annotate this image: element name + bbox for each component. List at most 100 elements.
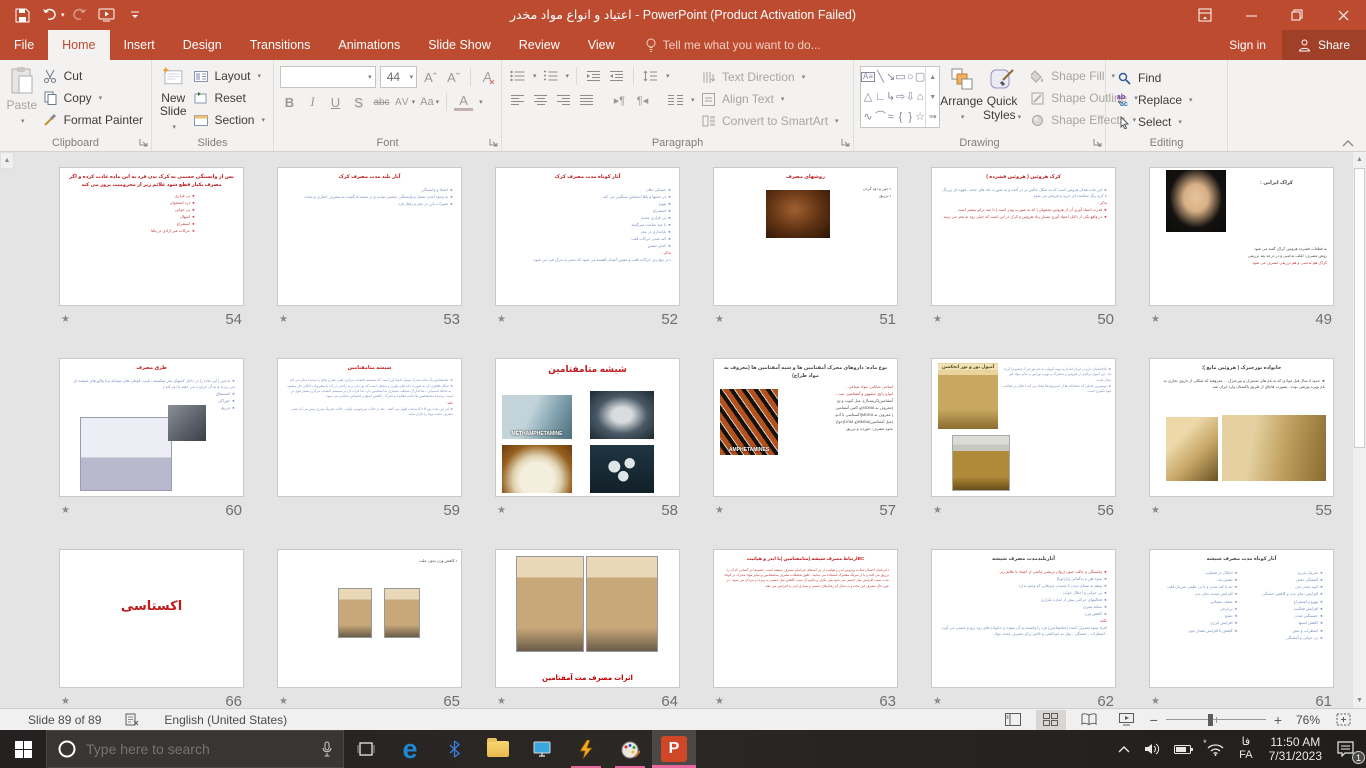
tab-animations[interactable]: Animations	[324, 30, 414, 60]
reading-view-button[interactable]	[1074, 710, 1104, 730]
new-slide-button[interactable]: New Slide▾	[158, 63, 188, 133]
slide-thumbnail-51[interactable]: روشهاي مصرف• حین و دود کردن• تزریق	[713, 167, 898, 306]
replace-button[interactable]: abacReplace▾	[1112, 89, 1223, 111]
tab-slide-show[interactable]: Slide Show	[414, 30, 505, 60]
slide-thumbnail-56[interactable]: ◄ قاچاقچیان دارو در ایران اقدام به تهیه …	[931, 358, 1116, 497]
powerpoint-taskbar-icon[interactable]: P	[652, 730, 696, 768]
shape-line[interactable]: ╲	[877, 72, 884, 83]
align-left-button[interactable]	[508, 90, 527, 110]
volume-icon[interactable]	[1137, 730, 1167, 768]
slide-thumbnail-60[interactable]: طرق مصرف◄ تدخین ( این ماده را در داخل لا…	[59, 358, 244, 497]
sign-in-link[interactable]: Sign in	[1213, 30, 1282, 60]
display-settings-icon[interactable]	[520, 730, 564, 768]
copy-button[interactable]: Copy▾	[38, 87, 147, 109]
reset-button[interactable]: Reset	[188, 87, 269, 109]
tab-review[interactable]: Review	[505, 30, 574, 60]
quick-styles-button[interactable]: Quick Styles▾	[983, 63, 1021, 133]
vertical-scrollbar[interactable]: ▲ ▼	[1352, 152, 1366, 708]
justify-button[interactable]	[577, 90, 596, 110]
cut-button[interactable]: Cut	[38, 65, 147, 87]
share-button[interactable]: Share	[1282, 30, 1366, 60]
edge-icon[interactable]: e	[388, 730, 432, 768]
slide-show-button[interactable]	[1112, 710, 1142, 730]
slide-thumbnail-52[interactable]: آثار کوتاه مدت مصرف کرک◄ خشکی دهان◄ در د…	[495, 167, 680, 306]
paste-button[interactable]: Paste▾	[6, 63, 38, 133]
paint-icon[interactable]	[608, 730, 652, 768]
grow-font-button[interactable]: Aˆ	[421, 67, 440, 87]
decrease-indent-button[interactable]	[584, 66, 603, 86]
hidden-icons-chevron[interactable]	[1111, 730, 1137, 768]
shape-rectangle[interactable]: ▭	[895, 72, 905, 83]
underline-button[interactable]: U	[326, 92, 345, 112]
bluetooth-icon[interactable]	[432, 730, 476, 768]
slide-thumbnail-66[interactable]: اکستاسی	[59, 549, 244, 688]
start-button[interactable]	[0, 730, 46, 768]
slide-thumbnail-54[interactable]: پس از وابستگی جسمی به کرک بدن فرد به این…	[59, 167, 244, 306]
task-view-button[interactable]	[344, 730, 388, 768]
slide-thumbnail-55[interactable]: خانواده نورجیزک ( هروئین مایع ):◄ حدود 4…	[1149, 358, 1334, 497]
shape-elbow-connector[interactable]: ∟	[875, 92, 886, 103]
shape-star[interactable]: ☆	[915, 112, 925, 123]
align-text-button[interactable]: Align Text▾	[696, 88, 843, 110]
character-spacing-button[interactable]: AV▾	[395, 92, 416, 112]
drawing-dialog-launcher-icon[interactable]	[1093, 138, 1102, 147]
slide-thumbnail-57[interactable]: نوع ماده: داروهای محرک آمفتامین ها و شبه…	[713, 358, 898, 497]
start-from-beginning-icon[interactable]	[93, 1, 121, 29]
font-dialog-launcher-icon[interactable]	[489, 138, 498, 147]
slide-thumbnail-58[interactable]: شیشه متامفتامینMETHAMPHETAMINE	[495, 358, 680, 497]
wifi-icon[interactable]: *	[1200, 730, 1231, 768]
text-shadow-button[interactable]: S	[349, 92, 368, 112]
zoom-slider[interactable]	[1166, 710, 1266, 730]
scroll-corner-box[interactable]: ▲	[0, 152, 14, 169]
numbering-button[interactable]	[541, 66, 560, 86]
shape-triangle[interactable]: △	[864, 92, 872, 103]
ribbon-display-options-icon[interactable]	[1182, 0, 1228, 30]
fit-slide-to-window-button[interactable]	[1328, 710, 1358, 730]
scrollbar-thumb[interactable]	[1354, 168, 1365, 448]
slide-thumbnail-59[interactable]: شیشه متامفتامین◄ متامفتامین یک ماده محرک…	[277, 358, 462, 497]
tab-home[interactable]: Home	[48, 30, 109, 60]
arrange-button[interactable]: Arrange▾	[940, 63, 983, 133]
columns-button[interactable]	[666, 90, 685, 110]
language-indicator[interactable]: English (United States)	[164, 713, 287, 727]
line-spacing-button[interactable]	[641, 66, 660, 86]
shape-rounded-rectangle[interactable]: ▢	[915, 72, 925, 83]
slide-thumbnail-61[interactable]: آثار کوتاه مدت مصرف شیشه◄ تحریک پذیری◄ آ…	[1149, 549, 1334, 688]
clipboard-dialog-launcher-icon[interactable]	[139, 138, 148, 147]
shrink-font-button[interactable]: Aˇ	[444, 67, 463, 87]
strikethrough-button[interactable]: abc	[372, 92, 391, 112]
slide-thumbnail-65[interactable]: • کاهش وزن بدون علت.	[277, 549, 462, 688]
winamp-icon[interactable]	[564, 730, 608, 768]
zoom-out-button[interactable]: −	[1150, 712, 1158, 728]
bullets-button[interactable]	[508, 66, 527, 86]
shape-arc[interactable]: ⌒	[875, 112, 886, 123]
ltr-direction-button[interactable]: ▸¶	[610, 90, 629, 110]
change-case-button[interactable]: Aa▾	[420, 92, 439, 112]
zoom-percentage[interactable]: 76%	[1290, 713, 1320, 727]
shape-freeform[interactable]: ⌂	[917, 92, 924, 103]
search-input[interactable]	[86, 741, 312, 757]
spell-check-icon[interactable]	[125, 713, 140, 727]
paragraph-dialog-launcher-icon[interactable]	[841, 138, 850, 147]
text-direction-button[interactable]: Text Direction▾	[696, 66, 843, 88]
save-icon[interactable]	[8, 1, 36, 29]
font-color-button[interactable]: A	[454, 94, 473, 111]
slide-thumbnail-53[interactable]: آثار بلند مدت مصرف کرک◄ اعتیاد و وابستگی…	[277, 167, 462, 306]
layout-button[interactable]: Layout▾	[188, 65, 269, 87]
shape-elbow-arrow-connector[interactable]: ↳	[886, 92, 895, 103]
find-button[interactable]: Find	[1112, 67, 1223, 89]
shape-right-arrow[interactable]: ⇨	[896, 92, 905, 103]
tab-file[interactable]: File	[0, 30, 48, 60]
shape-oval[interactable]: ○	[907, 72, 914, 83]
normal-view-button[interactable]	[998, 710, 1028, 730]
slide-thumbnail-63[interactable]: BCارتباط مصرف شیشه (متامفتامین )با ایدز …	[713, 549, 898, 688]
tab-insert[interactable]: Insert	[110, 30, 169, 60]
tell-me-box[interactable]: Tell me what you want to do...	[645, 30, 821, 60]
rtl-direction-button[interactable]: ¶◂	[633, 90, 652, 110]
slide-counter[interactable]: Slide 89 of 89	[28, 713, 101, 727]
select-button[interactable]: Select▾	[1112, 111, 1223, 133]
align-center-button[interactable]	[531, 90, 550, 110]
shape-textbox[interactable]: A≡	[861, 72, 875, 82]
slide-thumbnail-50[interactable]: کرک هروئین ( هروئین فشرده )◄ این ماده هم…	[931, 167, 1116, 306]
font-size-combo[interactable]: 44▾	[380, 66, 417, 88]
